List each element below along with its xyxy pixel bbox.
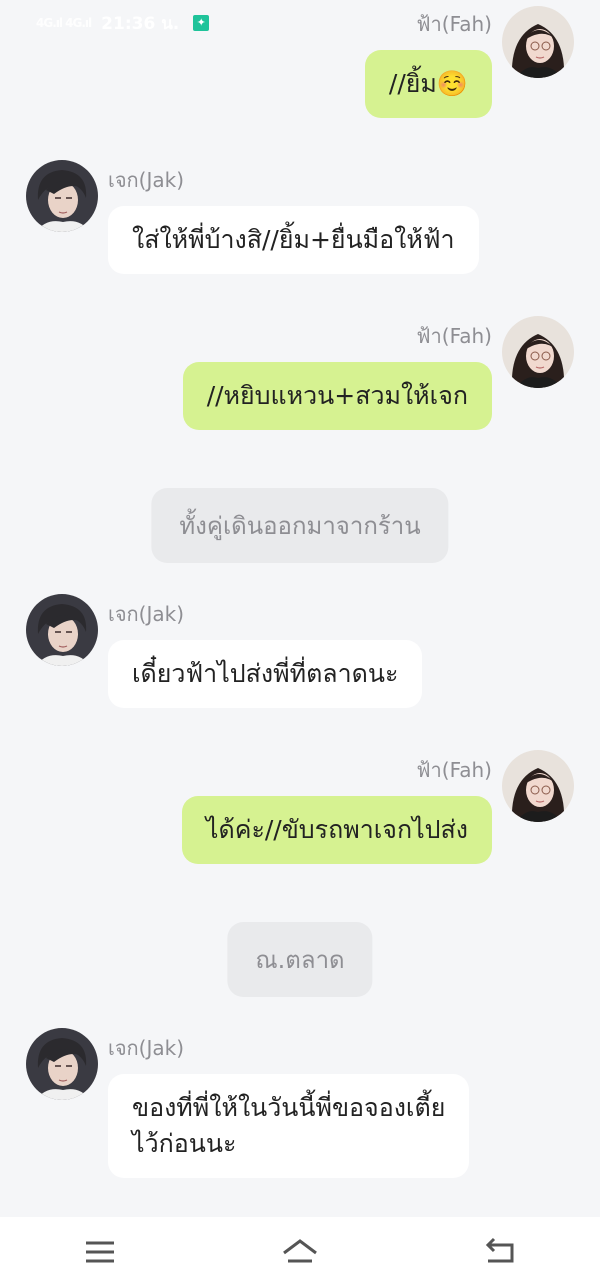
chat-bubble[interactable]: //ยิ้ม☺️ bbox=[364, 50, 492, 118]
signal-indicator: 4G.ıl 4G.ıl bbox=[36, 16, 92, 30]
chat-bubble[interactable]: ใส่ให้พี่บ้างสิ//ยิ้ม+ยื่นมือให้ฟ้า bbox=[108, 206, 479, 274]
system-navigation-bar bbox=[0, 1217, 600, 1287]
app-notification-icon: ✦ bbox=[193, 15, 210, 31]
sender-name: เจก(Jak) bbox=[108, 602, 185, 626]
bubble-line: ไว้ก่อนนะ bbox=[132, 1129, 237, 1158]
chat-bubble[interactable]: //หยิบแหวน+สวมให้เจก bbox=[182, 362, 492, 430]
sender-name: ฟ้า(Fah) bbox=[416, 324, 492, 348]
fah-avatar[interactable] bbox=[502, 6, 574, 78]
fah-avatar[interactable] bbox=[502, 750, 574, 822]
back-icon bbox=[485, 1237, 514, 1263]
sender-name: ฟ้า(Fah) bbox=[416, 758, 492, 782]
sender-name: เจก(Jak) bbox=[108, 1036, 185, 1060]
home-icon bbox=[283, 1239, 317, 1263]
sender-name: ฟ้า(Fah) bbox=[416, 12, 492, 36]
chat-bubble[interactable]: ของที่พี่ให้ในวันนี้พี่ขอจองเตี้ย ไว้ก่อ… bbox=[108, 1074, 470, 1178]
fah-avatar[interactable] bbox=[502, 316, 574, 388]
bubble-line: ของที่พี่ให้ในวันนี้พี่ขอจองเตี้ย bbox=[132, 1093, 446, 1122]
narration-bubble: ณ.ตลาด bbox=[227, 922, 373, 997]
status-time: 21:36 น. bbox=[101, 13, 180, 34]
narration-bubble: ทั้งคู่เดินออกมาจากร้าน bbox=[151, 488, 449, 563]
menu-icon bbox=[86, 1241, 114, 1263]
menu-button[interactable] bbox=[70, 1227, 130, 1277]
chat-bubble[interactable]: ได้ค่ะ//ขับรถพาเจกไปส่ง bbox=[181, 796, 492, 864]
jak-avatar[interactable] bbox=[26, 1028, 98, 1100]
sender-name: เจก(Jak) bbox=[108, 168, 185, 192]
home-button[interactable] bbox=[270, 1227, 330, 1277]
jak-avatar[interactable] bbox=[26, 594, 98, 666]
back-button[interactable] bbox=[470, 1227, 530, 1277]
jak-avatar[interactable] bbox=[26, 160, 98, 232]
chat-bubble[interactable]: เดี๋ยวฟ้าไปส่งพี่ที่ตลาดนะ bbox=[108, 640, 423, 708]
